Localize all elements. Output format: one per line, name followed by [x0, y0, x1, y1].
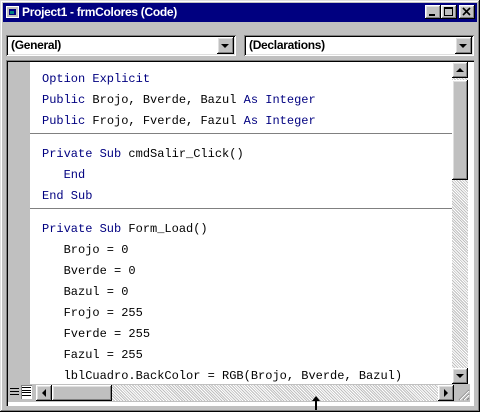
mouse-pointer-icon — [312, 396, 320, 410]
code-text: Frojo, Fverde, Fazul — [85, 114, 244, 128]
code-line[interactable]: End Sub — [42, 186, 92, 207]
title-bar[interactable]: Project1 - frmColores (Code) — [3, 3, 477, 22]
code-window: Project1 - frmColores (Code) (General) (… — [0, 0, 480, 412]
code-line[interactable]: lblCuadro.BackColor = RGB(Brojo, Bverde,… — [42, 366, 402, 384]
scroll-up-button[interactable] — [452, 62, 468, 78]
bottom-bar — [8, 384, 470, 402]
code-keyword: Public — [42, 93, 86, 107]
procedure-view-icon — [10, 388, 19, 395]
code-line[interactable]: Brojo = 0 — [42, 240, 129, 261]
code-line[interactable]: Bverde = 0 — [42, 261, 136, 282]
code-pane: Option Explicit Public Brojo, Bverde, Baz… — [6, 60, 474, 406]
code-keyword: Public — [42, 114, 86, 128]
minimize-button[interactable] — [425, 5, 441, 19]
full-module-view-button[interactable] — [21, 385, 32, 399]
object-combo-value: (General) — [11, 38, 61, 52]
vb-code-window-icon[interactable] — [6, 6, 19, 18]
arrow-left-icon — [42, 389, 46, 397]
code-text: Frojo = 255 — [42, 306, 143, 320]
procedure-view-button[interactable] — [9, 385, 20, 399]
procedure-combo-value: (Declarations) — [249, 38, 325, 52]
minimize-icon — [429, 14, 435, 16]
horizontal-scrollbar[interactable] — [36, 385, 454, 401]
code-text: Form_Load() — [121, 222, 208, 236]
code-text: Fazul = 255 — [42, 348, 143, 362]
procedure-separator — [30, 133, 452, 134]
chevron-down-icon — [459, 44, 467, 48]
code-text: Fverde = 255 — [42, 327, 151, 341]
object-combo[interactable]: (General) — [6, 35, 236, 56]
code-text: Brojo = 0 — [42, 243, 129, 257]
code-keyword: Private Sub — [42, 222, 122, 236]
code-keyword: End Sub — [42, 189, 93, 203]
close-icon — [462, 7, 471, 16]
resize-grip-icon — [458, 389, 470, 401]
code-line[interactable]: Fverde = 255 — [42, 324, 150, 345]
arrow-right-icon — [444, 389, 448, 397]
code-text: Bazul = 0 — [42, 285, 129, 299]
scroll-down-button[interactable] — [452, 368, 468, 384]
code-text: lblCuadro.BackColor = RGB(Brojo, Bverde,… — [42, 369, 403, 383]
code-line[interactable]: Frojo = 255 — [42, 303, 143, 324]
maximize-button[interactable] — [441, 5, 457, 19]
object-dropdown-button[interactable] — [217, 37, 234, 54]
code-line[interactable]: Private Sub cmdSalir_Click() — [42, 144, 244, 165]
chevron-down-icon — [221, 44, 229, 48]
code-line[interactable]: Bazul = 0 — [42, 282, 129, 303]
code-keyword: Option Explicit — [42, 72, 151, 86]
procedure-combo[interactable]: (Declarations) — [244, 35, 474, 56]
vertical-scroll-thumb[interactable] — [452, 80, 468, 180]
scroll-left-button[interactable] — [36, 385, 52, 401]
code-keyword: As Integer — [243, 114, 316, 128]
code-line[interactable]: Public Brojo, Bverde, Bazul As Integer — [42, 90, 316, 111]
code-text: cmdSalir_Click() — [121, 147, 244, 161]
arrow-down-icon — [456, 374, 464, 378]
code-line[interactable]: Option Explicit — [42, 69, 150, 90]
code-line[interactable]: Fazul = 255 — [42, 345, 143, 366]
maximize-icon — [444, 7, 453, 16]
procedure-dropdown-button[interactable] — [455, 37, 472, 54]
code-keyword: End — [42, 168, 86, 182]
code-line[interactable]: End — [42, 165, 86, 186]
vertical-scrollbar[interactable] — [452, 62, 468, 384]
code-keyword: As Integer — [243, 93, 316, 107]
procedure-separator — [30, 208, 452, 209]
window-title: Project1 - frmColores (Code) — [22, 5, 177, 19]
full-module-view-icon — [22, 387, 31, 396]
close-button[interactable] — [459, 5, 475, 19]
margin-indicator-bar[interactable] — [8, 62, 30, 384]
code-text: Bverde = 0 — [42, 264, 136, 278]
code-line[interactable]: Public Frojo, Fverde, Fazul As Integer — [42, 111, 316, 132]
code-line[interactable]: Private Sub Form_Load() — [42, 219, 208, 240]
code-editor[interactable]: Option Explicit Public Brojo, Bverde, Baz… — [30, 62, 452, 384]
horizontal-scroll-thumb[interactable] — [52, 385, 112, 401]
arrow-up-icon — [456, 68, 464, 72]
scroll-right-button[interactable] — [438, 385, 454, 401]
code-keyword: Private Sub — [42, 147, 122, 161]
resize-grip[interactable] — [454, 384, 470, 402]
code-text: Brojo, Bverde, Bazul — [85, 93, 244, 107]
